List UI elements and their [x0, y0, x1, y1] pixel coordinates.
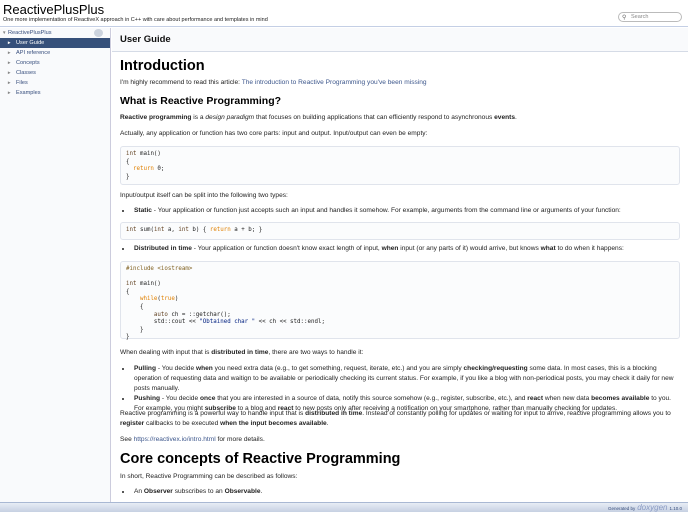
paragraph: When dealing with input that is distribu… [120, 349, 364, 356]
sidebar-item-root[interactable]: ▼ ReactivePlusPlus [0, 28, 110, 38]
intro-paragraph: I'm highly recommend to read this articl… [120, 79, 427, 86]
sidebar-item-files[interactable]: ► Files [0, 78, 110, 88]
search-icon: ⚲ [622, 15, 627, 21]
sidebar-item-classes[interactable]: ► Classes [0, 68, 110, 78]
code-block-main: int main() { return 0; } [120, 146, 680, 185]
list-item-pulling: Pulling - You decide when you need extra… [132, 364, 680, 394]
sidebar-item-examples[interactable]: ► Examples [0, 88, 110, 98]
sync-button[interactable] [94, 29, 103, 37]
sidebar-item-user-guide[interactable]: ► User Guide [0, 38, 110, 48]
code-block-sum: int sum(int a, int b) { return a + b; } [120, 222, 680, 240]
heading-introduction: Introduction [120, 58, 205, 74]
sidebar-item-api-reference[interactable]: ► API reference [0, 48, 110, 58]
header: ReactivePlusPlus One more implementation… [0, 0, 688, 27]
page-title: User Guide [112, 28, 688, 52]
paragraph: Input/output itself can be split into th… [120, 192, 288, 199]
sidebar: ▼ ReactivePlusPlus ► User Guide ► API refer… [0, 28, 111, 502]
search-input[interactable]: ⚲ Search [618, 12, 682, 22]
paragraph: Reactive programming is a design paradig… [120, 114, 517, 121]
reactivex-intro-link[interactable]: https://reactivex.io/intro.html [134, 436, 216, 443]
expand-arrow-icon: ▼ [2, 30, 7, 35]
heading-what-is-rp: What is Reactive Programming? [120, 95, 282, 107]
content: User Guide Introduction I'm highly recom… [112, 28, 688, 502]
collapsed-arrow-icon: ► [7, 90, 12, 95]
collapsed-arrow-icon: ► [7, 40, 12, 45]
search-placeholder: Search [631, 14, 649, 20]
intro-article-link[interactable]: The introduction to Reactive Programming… [242, 79, 427, 86]
footer: Generated by doxygen 1.10.0 [0, 502, 688, 512]
paragraph: Reactive programming is a powerful way t… [120, 410, 671, 427]
collapsed-arrow-icon: ► [7, 60, 12, 65]
project-name: ReactivePlusPlus [3, 2, 105, 17]
list-item-distributed: Distributed in time - Your application o… [132, 244, 680, 254]
code-block-getchar: #include <iostream> int main() { while(t… [120, 261, 680, 340]
paragraph: In short, Reactive Programming can be de… [120, 473, 298, 480]
list-item-observer: An Observer subscribes to an Observable. [132, 487, 680, 497]
version: 1.10.0 [669, 506, 682, 511]
project-brief: One more implementation of ReactiveX app… [3, 17, 268, 23]
collapsed-arrow-icon: ► [7, 80, 12, 85]
collapsed-arrow-icon: ► [7, 50, 12, 55]
paragraph: Actually, any application or function ha… [120, 130, 428, 137]
sidebar-item-concepts[interactable]: ► Concepts [0, 58, 110, 68]
collapsed-arrow-icon: ► [7, 70, 12, 75]
doxygen-logo[interactable]: doxygen [637, 503, 667, 512]
list-item-static: Static - Your application or function ju… [132, 206, 680, 216]
heading-core-concepts: Core concepts of Reactive Programming [120, 451, 401, 467]
paragraph: See https://reactivex.io/intro.html for … [120, 436, 265, 443]
